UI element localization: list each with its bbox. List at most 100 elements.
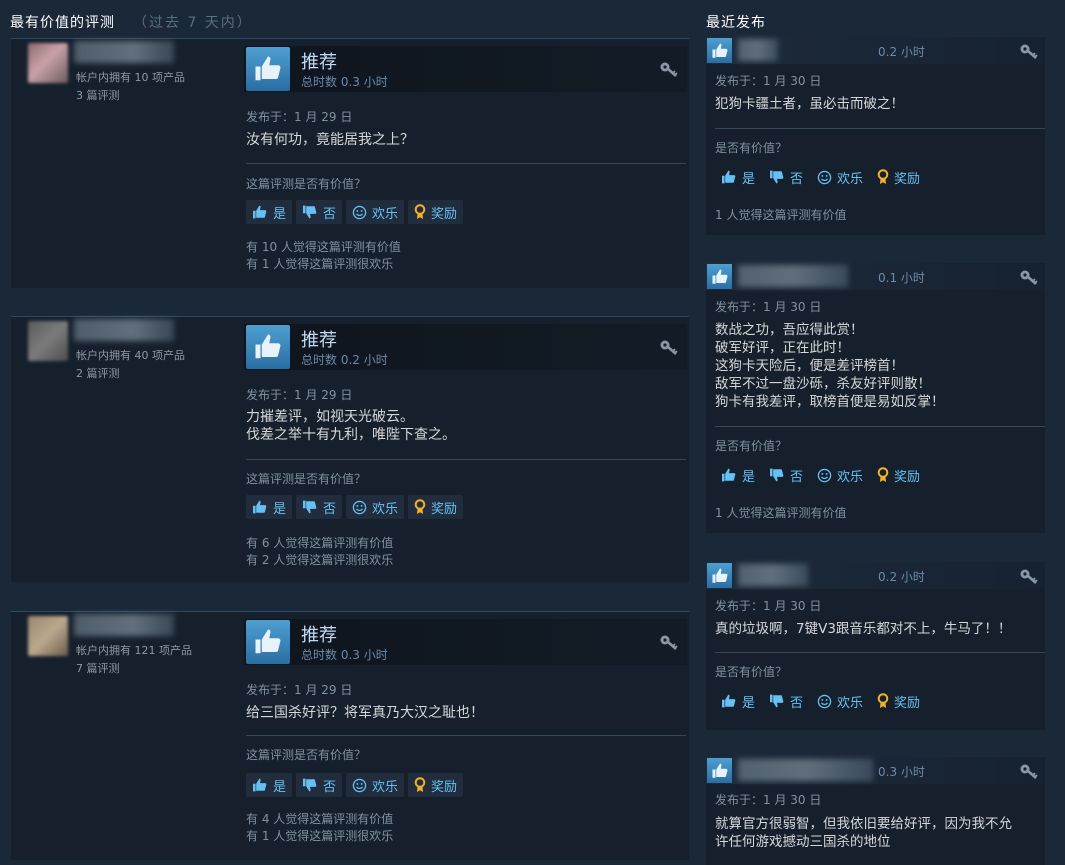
smiley-icon	[817, 468, 832, 482]
review-text: 给三国杀好评？将军真乃大汉之耻也！	[246, 704, 484, 722]
vote-buttons: 是 否 欢乐 奖励	[715, 165, 926, 189]
award-icon	[414, 777, 426, 792]
vote-yes-button[interactable]: 是	[715, 165, 761, 189]
vote-funny-button[interactable]: 欢乐	[346, 200, 405, 224]
vote-no-button[interactable]: 否	[763, 463, 809, 487]
review-author[interactable]: 帐户内拥有 40 项产品 2 篇评测	[19, 317, 247, 387]
vote-funny-button[interactable]: 欢乐	[346, 773, 405, 797]
vote-yes-button[interactable]: 是	[246, 773, 293, 797]
vote-no-button[interactable]: 否	[763, 689, 809, 713]
vote-yes-button[interactable]: 是	[246, 495, 293, 519]
vote-buttons: 是 否 欢乐 奖励	[715, 463, 926, 487]
award-button[interactable]: 奖励	[408, 495, 464, 519]
vote-no-button[interactable]: 否	[296, 773, 343, 797]
vote-yes-label: 是	[273, 206, 287, 222]
vote-yes-button[interactable]: 是	[715, 463, 761, 487]
avatar[interactable]	[28, 43, 68, 83]
author-name[interactable]	[74, 319, 174, 341]
award-button[interactable]: 奖励	[871, 165, 926, 189]
award-button[interactable]: 奖励	[871, 463, 926, 487]
vote-yes-label: 是	[273, 501, 287, 517]
vote-funny-label: 欢乐	[372, 779, 399, 795]
review-text-line: 汝有何功，竟能居我之上？	[246, 132, 414, 148]
helpful-review-card: 帐户内拥有 121 项产品 7 篇评测 推荐 总时数 0.3 小时 发布于：1 …	[11, 611, 689, 860]
divider	[246, 735, 686, 736]
vote-yes-button[interactable]: 是	[246, 200, 293, 224]
owned-products: 帐户内拥有 121 项产品	[76, 644, 192, 657]
vote-yes-label: 是	[273, 779, 287, 795]
review-author[interactable]: 帐户内拥有 121 项产品 7 篇评测	[19, 612, 247, 682]
review-count[interactable]: 7 篇评测	[76, 660, 120, 676]
review-text-line: 伐差之举十有九利，唯陛下查之。	[246, 427, 456, 443]
review-count[interactable]: 3 篇评测	[76, 87, 120, 103]
recent-review-header[interactable]: 0.3 小时	[706, 757, 1045, 784]
vote-funny-label: 欢乐	[837, 695, 864, 711]
thumbs-up-icon	[722, 694, 736, 708]
vote-header[interactable]: 推荐 总时数 0.3 小时	[244, 619, 687, 665]
divider	[246, 163, 686, 164]
helpful-section-title: 最有价值的评测 （过去 7 天内）	[10, 12, 253, 32]
award-button[interactable]: 奖励	[871, 689, 926, 713]
award-icon	[877, 169, 889, 184]
vote-funny-button[interactable]: 欢乐	[811, 463, 869, 487]
avatar[interactable]	[28, 616, 68, 656]
recent-review-header[interactable]: 0.2 小时	[706, 37, 1045, 64]
award-label: 奖励	[894, 695, 921, 711]
review-text: 真的垃圾啊，7键V3跟音乐都对不上，牛马了！！	[715, 620, 1040, 638]
playtime: 0.3 小时	[878, 765, 925, 779]
stat-helpful: 有 10 人觉得这篇评测有价值	[246, 240, 401, 254]
playtime: 0.2 小时	[878, 570, 925, 584]
award-label: 奖励	[894, 171, 921, 187]
award-button[interactable]: 奖励	[408, 200, 464, 224]
vote-no-button[interactable]: 否	[296, 495, 343, 519]
avatar[interactable]	[28, 321, 68, 361]
vote-yes-button[interactable]: 是	[715, 689, 761, 713]
author-name[interactable]	[738, 265, 848, 287]
smiley-icon	[352, 778, 367, 792]
vote-funny-button[interactable]: 欢乐	[346, 495, 405, 519]
author-name[interactable]	[74, 41, 174, 63]
vote-header[interactable]: 推荐 总时数 0.2 小时	[244, 324, 687, 370]
vote-funny-button[interactable]: 欢乐	[811, 165, 869, 189]
vote-header[interactable]: 推荐 总时数 0.3 小时	[244, 46, 687, 92]
recent-section-title: 最近发布	[706, 15, 766, 31]
review-text-line: 犯狗卡疆土者，虽必击而破之！	[715, 96, 904, 112]
author-name[interactable]	[738, 759, 873, 781]
helpful-review-card: 帐户内拥有 40 项产品 2 篇评测 推荐 总时数 0.2 小时 发布于：1 月…	[11, 316, 689, 582]
vote-funny-button[interactable]: 欢乐	[811, 689, 869, 713]
reviews-page: 最有价值的评测 （过去 7 天内） 最近发布 帐户内拥有 10 项产品 3 篇评测…	[0, 0, 1065, 865]
playtime: 0.2 小时	[878, 45, 925, 59]
author-name[interactable]	[74, 614, 174, 636]
recent-review-header[interactable]: 0.2 小时	[706, 562, 1045, 589]
award-label: 奖励	[431, 501, 458, 517]
thumbs-down-icon	[303, 205, 317, 219]
review-author[interactable]: 帐户内拥有 10 项产品 3 篇评测	[19, 39, 247, 109]
product-key-icon	[659, 60, 679, 78]
product-key-icon	[1019, 762, 1039, 780]
verdict-label: 推荐	[301, 330, 337, 351]
recent-review-header[interactable]: 0.1 小时	[706, 263, 1045, 290]
review-text-line: 这狗卡天险后，便是差评榜首！	[715, 358, 904, 374]
award-label: 奖励	[431, 779, 458, 795]
thumbs-up-icon	[707, 264, 732, 289]
review-text-line: 就算官方很弱智，但我依旧要给好评，因为我不允	[715, 816, 1012, 832]
review-count[interactable]: 2 篇评测	[76, 365, 120, 381]
posted-date: 发布于：1 月 30 日	[715, 300, 822, 314]
author-name[interactable]	[738, 564, 808, 586]
award-button[interactable]: 奖励	[408, 773, 464, 797]
author-name[interactable]	[738, 39, 778, 61]
review-text-line: 数战之功，吾应得此赏！	[715, 322, 864, 338]
verdict-label: 推荐	[301, 52, 337, 73]
review-text-line: 破军好评，正在此时！	[715, 340, 850, 356]
vote-buttons: 是 否 欢乐 奖励	[246, 495, 464, 519]
review-text-line: 给三国杀好评？将军真乃大汉之耻也！	[246, 705, 484, 721]
award-label: 奖励	[894, 469, 921, 485]
thumbs-up-icon	[253, 205, 267, 219]
playtime: 总时数 0.3 小时	[301, 648, 388, 662]
thumbs-up-icon	[722, 468, 736, 482]
vote-no-button[interactable]: 否	[296, 200, 343, 224]
helpful-review-card: 帐户内拥有 10 项产品 3 篇评测 推荐 总时数 0.3 小时 发布于：1 月…	[11, 38, 689, 288]
vote-no-button[interactable]: 否	[763, 165, 809, 189]
owned-products: 帐户内拥有 10 项产品	[76, 71, 185, 84]
stat-helpful: 1 人觉得这篇评测有价值	[715, 208, 847, 222]
